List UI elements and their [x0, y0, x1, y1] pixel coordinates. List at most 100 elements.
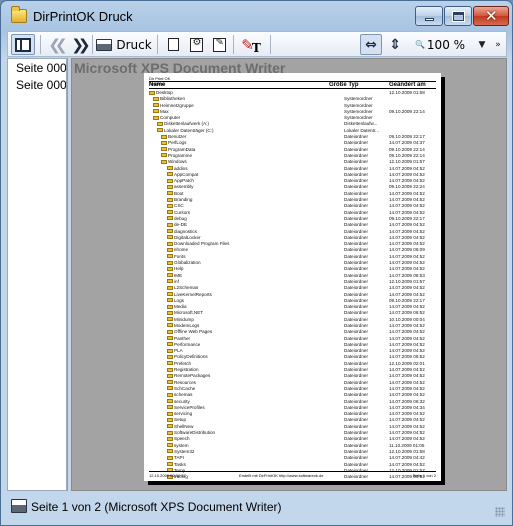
row-type: Dateiordner — [344, 285, 369, 291]
folder-icon — [167, 361, 173, 366]
page-edit-button[interactable] — [209, 34, 229, 55]
print-button[interactable]: Druck — [96, 34, 152, 55]
row-date: 14.07.2009 04:52 — [389, 417, 425, 423]
row-type: Dateiordner — [344, 404, 369, 410]
row-name: CSC — [167, 203, 184, 208]
row-name-text: Fonts — [174, 253, 186, 259]
row-name-text: schemas — [174, 392, 193, 398]
row-name: Branding — [167, 197, 192, 202]
row-type: Dateiordner — [344, 297, 369, 303]
zoom-dropdown-arrow[interactable]: ▼ — [476, 34, 488, 55]
folder-icon — [167, 430, 173, 435]
folder-icon — [167, 210, 173, 215]
row-name: security — [167, 399, 190, 404]
folder-icon — [167, 266, 173, 271]
row-name: Boot — [167, 191, 183, 196]
row-name: L2Schemas — [167, 285, 198, 290]
row-name: PerfLogs — [161, 140, 186, 145]
row-type: Dateiordner — [344, 228, 369, 234]
folder-icon — [167, 323, 173, 328]
previous-page-button[interactable]: ❮❮ — [45, 34, 67, 55]
fit-width-button[interactable]: ⇔ — [360, 34, 382, 55]
document-viewer[interactable]: Microsoft XPS Document Writer Dir Print … — [71, 58, 507, 491]
row-name: diagnostics — [167, 229, 197, 234]
sidebar-item-page-2[interactable]: Seite 000 — [16, 78, 66, 92]
folder-icon — [153, 109, 159, 114]
row-name: Windows — [161, 159, 187, 164]
row-date: 09.10.2009 22:24 — [389, 184, 425, 190]
row-type: Dateiordner — [344, 215, 369, 221]
status-text: Seite 1 von 2 (Microsoft XPS Document Wr… — [31, 500, 282, 514]
close-button[interactable]: ✕ — [473, 6, 509, 26]
title-bar[interactable]: DirPrintOK Druck ✕ — [1, 1, 512, 31]
row-name: DigitalLocker — [167, 235, 201, 240]
row-name-text: ModemLogs — [174, 322, 200, 328]
window-title: DirPrintOK Druck — [33, 9, 133, 24]
row-name-text: ProgramData — [168, 146, 196, 152]
resize-grip[interactable] — [495, 507, 505, 517]
minimize-button[interactable] — [415, 6, 443, 26]
row-name-text: Setup — [174, 417, 187, 423]
zoom-icon: 🔍 — [414, 40, 425, 49]
row-name: PolicyDefinitions — [167, 354, 208, 359]
folder-icon — [167, 436, 173, 441]
folder-icon — [167, 216, 173, 221]
row-type: Dateiordner — [344, 253, 369, 259]
row-name: Help — [167, 266, 183, 271]
folder-icon — [161, 140, 167, 145]
folder-app-icon — [11, 6, 27, 23]
row-name: System32 — [167, 449, 194, 454]
row-name: ShellNew — [167, 424, 193, 429]
row-name-text: Windows — [168, 159, 187, 165]
row-name: Benutzer — [161, 134, 186, 139]
sidebar-item-page-1[interactable]: Seite 000 — [16, 61, 66, 75]
folder-icon — [167, 260, 173, 265]
page-options-button[interactable] — [186, 34, 206, 55]
folder-icon — [167, 304, 173, 309]
folder-icon — [167, 443, 173, 448]
row-type: Diskettenlaufw... — [344, 121, 378, 127]
row-date: 14.07.2009 04:52 — [389, 171, 425, 177]
footer-timestamp: 12.10.2009 02:00:57 — [149, 473, 186, 478]
row-name-text: Minidump — [174, 316, 194, 322]
print-button-label: Druck — [116, 37, 152, 52]
row-date: 14.07.2009 04:52 — [389, 197, 425, 203]
font-button[interactable]: ✎ T — [238, 34, 264, 55]
toolbar-overflow-button[interactable]: » — [492, 34, 504, 55]
row-type: Dateiordner — [344, 448, 369, 454]
row-type: Dateiordner — [344, 316, 369, 322]
row-name: Registration — [167, 367, 199, 372]
row-date: 12.10.2009 01:58 — [389, 448, 425, 454]
maximize-button[interactable] — [444, 6, 472, 26]
row-type: Dateiordner — [344, 190, 369, 196]
folder-icon — [167, 462, 173, 467]
fit-height-button[interactable]: ⇕ — [385, 34, 405, 55]
row-date: 14.07.2009 04:52 — [389, 385, 425, 391]
row-date: 14.07.2009 04:52 — [389, 367, 425, 373]
zoom-dropdown[interactable]: 🔍 100 % — [407, 34, 473, 55]
row-name: Globalization — [167, 260, 201, 265]
toggle-sidebar-button[interactable] — [11, 34, 35, 55]
row-name: Panther — [167, 336, 190, 341]
row-date: 09.10.2009 22:14 — [389, 152, 425, 158]
row-name-text: L2Schemas — [174, 285, 199, 291]
row-name: assembly — [167, 184, 193, 189]
row-name: Media — [167, 304, 187, 309]
row-type: Dateiordner — [344, 329, 369, 335]
row-type: Systemordner — [344, 102, 373, 108]
row-name-text: PLA — [174, 348, 183, 354]
row-type: Dateiordner — [344, 398, 369, 404]
row-date: 14.07.2009 04:52 — [389, 430, 425, 436]
row-name: Prefetch — [167, 361, 191, 366]
double-chevron-left-icon: ❮❮ — [48, 35, 67, 54]
page-setup-button[interactable] — [163, 34, 183, 55]
next-page-button[interactable]: ❯❯ — [68, 34, 90, 55]
row-type: Dateiordner — [344, 146, 369, 152]
row-date: 12.10.2009 02:01 — [389, 360, 425, 366]
row-type: Dateiordner — [344, 335, 369, 341]
row-type: Dateiordner — [344, 304, 369, 310]
double-chevron-right-icon: ❯❯ — [71, 35, 90, 54]
row-type: Dateiordner — [344, 367, 369, 373]
folder-icon — [167, 191, 173, 196]
row-name: RemotePackages — [167, 373, 210, 378]
